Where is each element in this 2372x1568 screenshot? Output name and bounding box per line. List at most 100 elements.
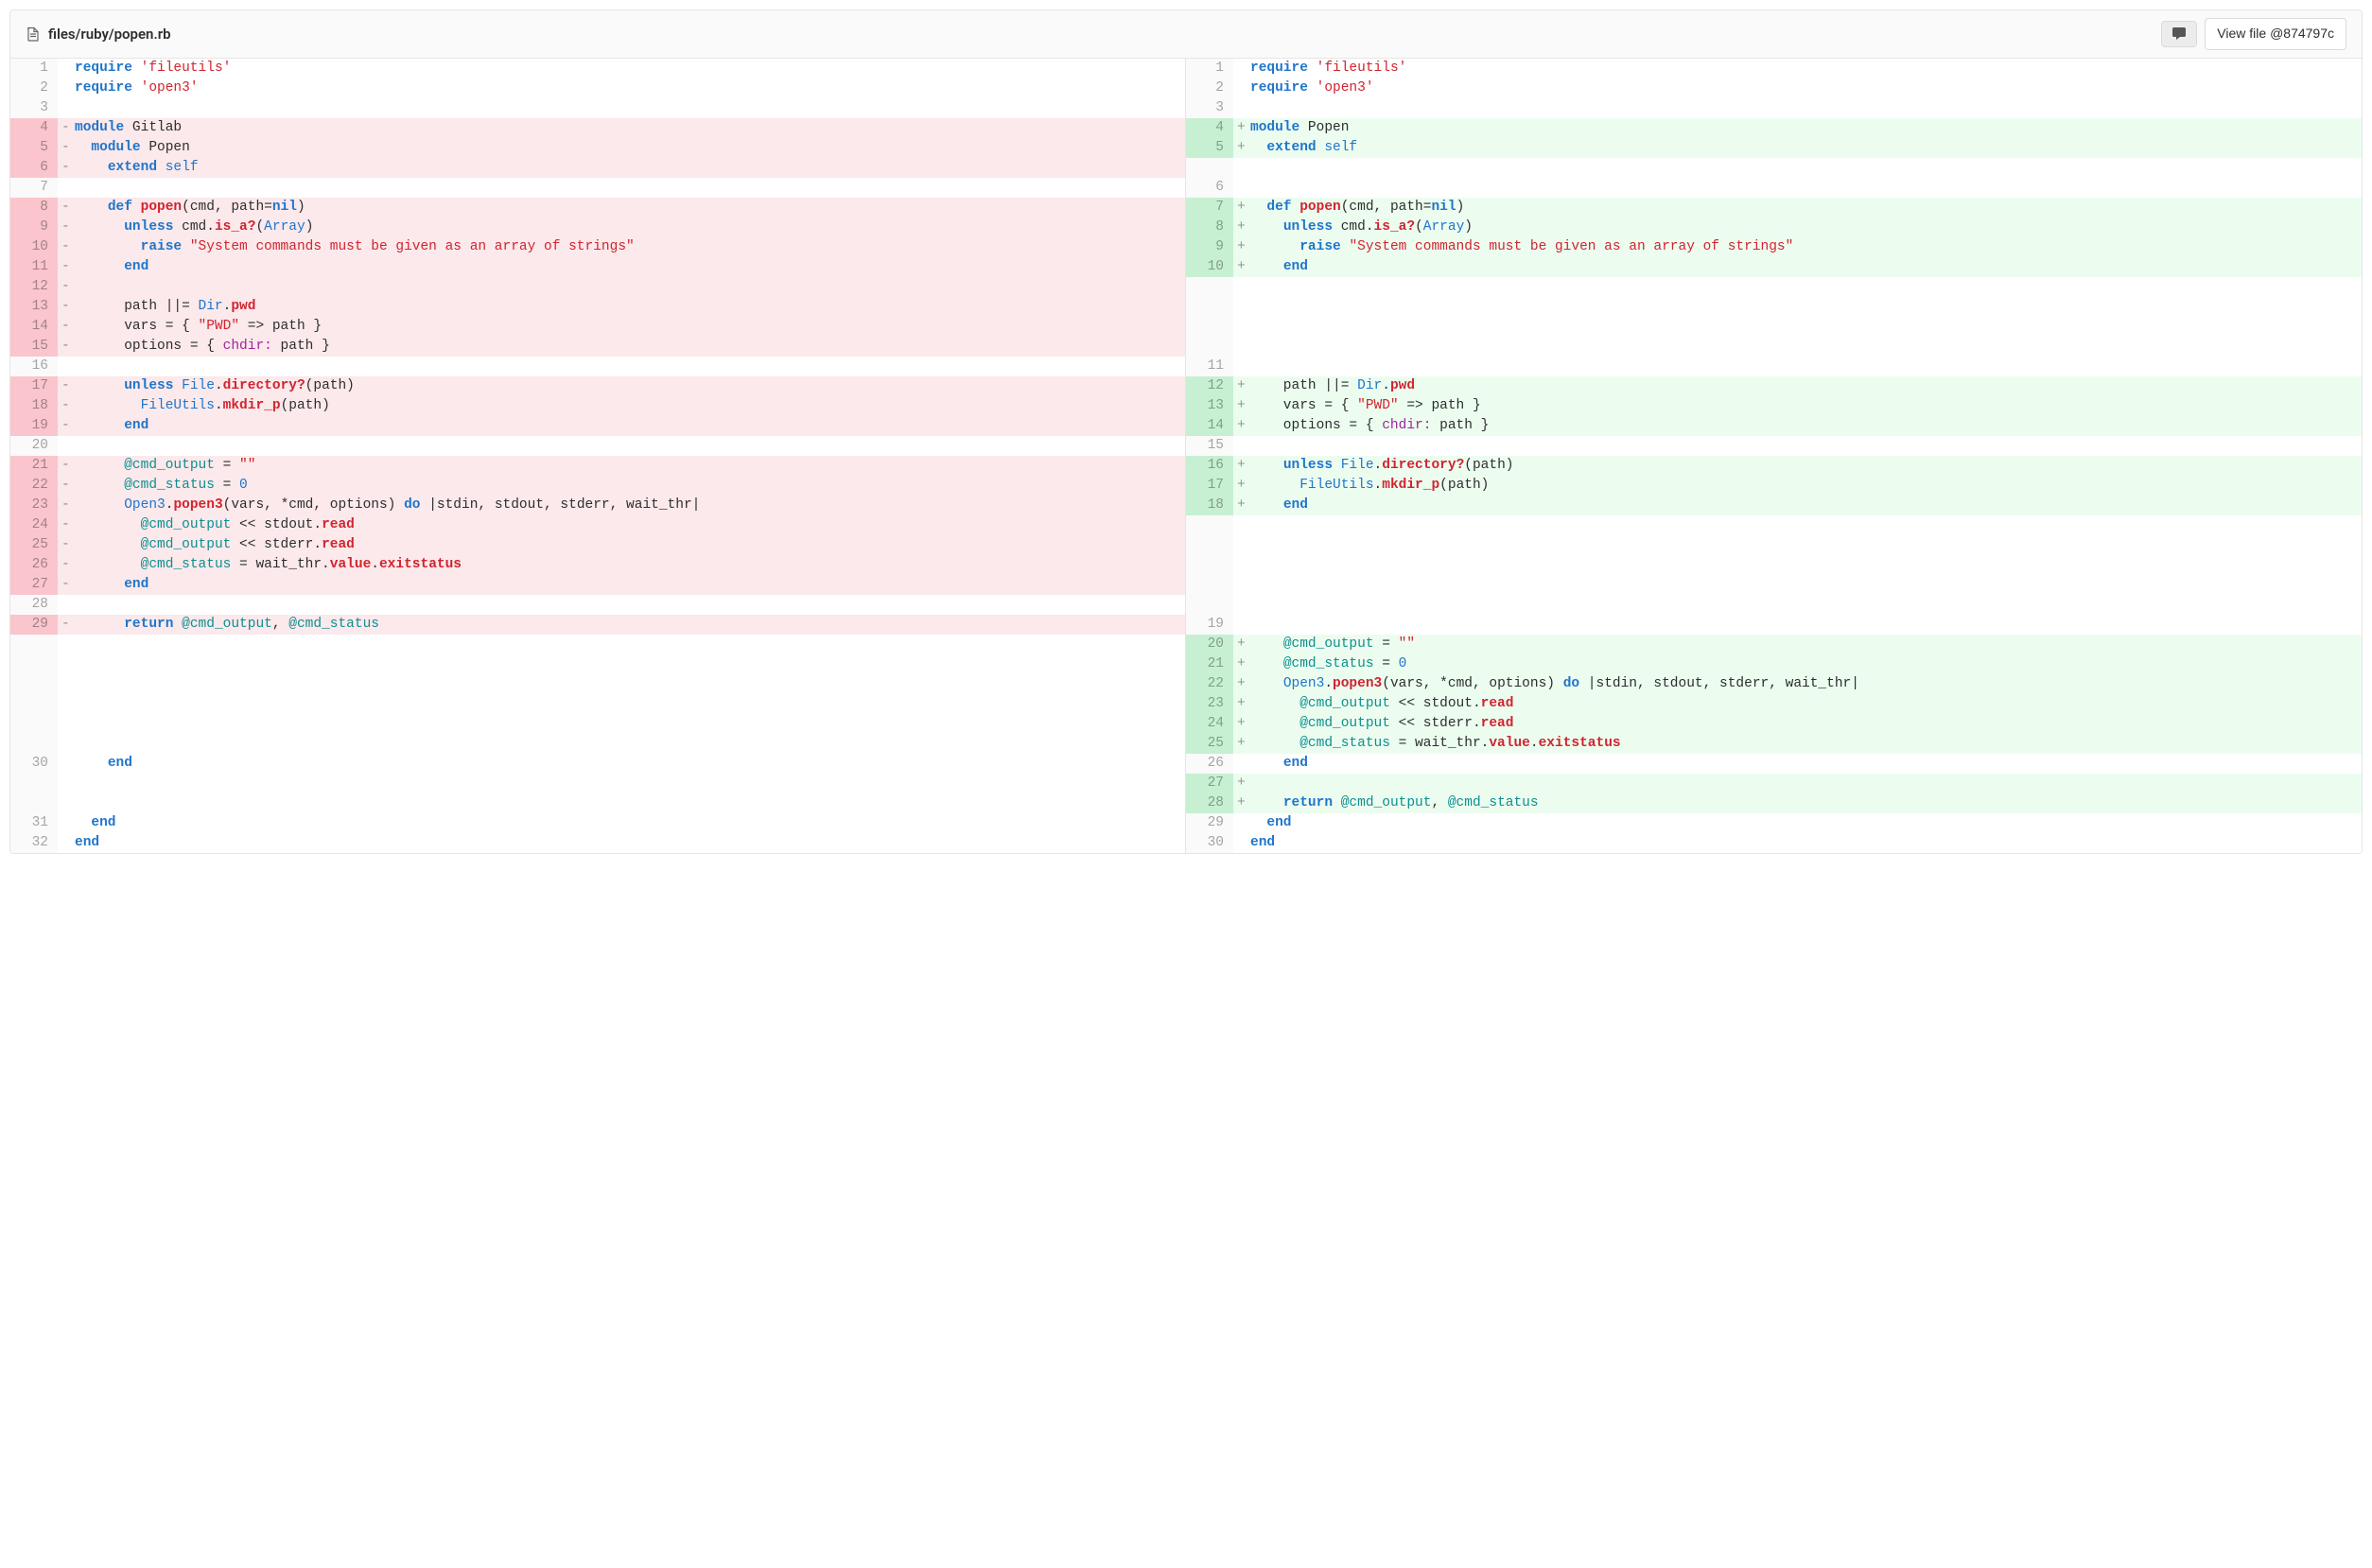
line-number[interactable]: 11: [10, 257, 58, 277]
toggle-comments-button[interactable]: [2161, 21, 2197, 47]
line-number[interactable]: 20: [1186, 635, 1233, 654]
line-number: [1186, 158, 1233, 178]
line-content: - @cmd_output << stdout.read: [58, 515, 1185, 535]
line-number[interactable]: 18: [1186, 496, 1233, 515]
line-content: end: [58, 813, 1185, 833]
line-content: end: [1233, 754, 2362, 774]
diff-line: 2 require 'open3': [10, 78, 1185, 98]
line-number[interactable]: 5: [10, 138, 58, 158]
line-number[interactable]: 25: [10, 535, 58, 555]
diff-line: 13- path ||= Dir.pwd: [10, 297, 1185, 317]
line-number[interactable]: 19: [10, 416, 58, 436]
line-number[interactable]: 8: [1186, 218, 1233, 237]
diff-line: 22+ Open3.popen3(vars, *cmd, options) do…: [1186, 674, 2362, 694]
line-number[interactable]: 4: [10, 118, 58, 138]
line-number[interactable]: 18: [10, 396, 58, 416]
line-number[interactable]: 31: [10, 813, 58, 833]
line-number: [1186, 535, 1233, 555]
line-number[interactable]: 14: [1186, 416, 1233, 436]
line-number[interactable]: 25: [1186, 734, 1233, 754]
line-number[interactable]: 28: [10, 595, 58, 615]
line-number[interactable]: 12: [10, 277, 58, 297]
line-number[interactable]: 10: [10, 237, 58, 257]
line-content: require 'fileutils': [1233, 59, 2362, 78]
line-number[interactable]: 7: [10, 178, 58, 198]
line-content: + unless cmd.is_a?(Array): [1233, 218, 2362, 237]
line-content: + extend self: [1233, 138, 2362, 158]
line-content: end: [1233, 833, 2362, 853]
diff-line-blank: [1186, 515, 2362, 535]
diff-line: 6- extend self: [10, 158, 1185, 178]
line-number[interactable]: 9: [10, 218, 58, 237]
line-number[interactable]: 32: [10, 833, 58, 853]
line-number[interactable]: 6: [10, 158, 58, 178]
line-number[interactable]: 20: [10, 436, 58, 456]
line-number[interactable]: 12: [1186, 376, 1233, 396]
view-file-button[interactable]: View file @874797c: [2205, 18, 2346, 50]
line-number[interactable]: 28: [1186, 793, 1233, 813]
line-number[interactable]: 6: [1186, 178, 1233, 198]
line-number[interactable]: 30: [10, 754, 58, 774]
diff-line-blank: [1186, 595, 2362, 615]
line-number[interactable]: 7: [1186, 198, 1233, 218]
line-content: [58, 694, 1185, 714]
line-number[interactable]: 29: [10, 615, 58, 635]
line-number[interactable]: 24: [1186, 714, 1233, 734]
diff-line: 9- unless cmd.is_a?(Array): [10, 218, 1185, 237]
line-content: [58, 98, 1185, 118]
diff-line: 12-: [10, 277, 1185, 297]
line-number: [10, 714, 58, 734]
line-number[interactable]: 13: [1186, 396, 1233, 416]
line-number[interactable]: 2: [1186, 78, 1233, 98]
line-number[interactable]: 11: [1186, 357, 1233, 376]
line-number[interactable]: 3: [10, 98, 58, 118]
line-number: [10, 774, 58, 793]
line-content: [1233, 595, 2362, 615]
diff-line-blank: [1186, 277, 2362, 297]
diff-line: 8+ unless cmd.is_a?(Array): [1186, 218, 2362, 237]
line-number[interactable]: 23: [1186, 694, 1233, 714]
line-number[interactable]: 26: [10, 555, 58, 575]
line-number[interactable]: 27: [10, 575, 58, 595]
diff-line-blank: [10, 774, 1185, 793]
line-number[interactable]: 14: [10, 317, 58, 337]
diff-line: 18- FileUtils.mkdir_p(path): [10, 396, 1185, 416]
line-number[interactable]: 24: [10, 515, 58, 535]
line-number[interactable]: 21: [10, 456, 58, 476]
line-content: [1233, 98, 2362, 118]
diff-line: 14- vars = { "PWD" => path }: [10, 317, 1185, 337]
line-number[interactable]: 22: [10, 476, 58, 496]
line-number[interactable]: 23: [10, 496, 58, 515]
line-content: [58, 654, 1185, 674]
line-number[interactable]: 9: [1186, 237, 1233, 257]
line-number[interactable]: 3: [1186, 98, 1233, 118]
line-number[interactable]: 16: [10, 357, 58, 376]
line-number[interactable]: 16: [1186, 456, 1233, 476]
line-number[interactable]: 13: [10, 297, 58, 317]
line-number[interactable]: 5: [1186, 138, 1233, 158]
file-actions: View file @874797c: [2161, 18, 2346, 50]
line-number[interactable]: 26: [1186, 754, 1233, 774]
line-content: [1233, 178, 2362, 198]
line-number[interactable]: 8: [10, 198, 58, 218]
line-number[interactable]: 19: [1186, 615, 1233, 635]
line-number[interactable]: 10: [1186, 257, 1233, 277]
line-number[interactable]: 1: [1186, 59, 1233, 78]
line-number[interactable]: 21: [1186, 654, 1233, 674]
line-content: + options = { chdir: path }: [1233, 416, 2362, 436]
diff-line: 32 end: [10, 833, 1185, 853]
line-content: - end: [58, 257, 1185, 277]
line-number[interactable]: 30: [1186, 833, 1233, 853]
line-number: [1186, 317, 1233, 337]
line-number[interactable]: 1: [10, 59, 58, 78]
line-number[interactable]: 4: [1186, 118, 1233, 138]
line-number[interactable]: 29: [1186, 813, 1233, 833]
diff-line: 21+ @cmd_status = 0: [1186, 654, 2362, 674]
line-number[interactable]: 2: [10, 78, 58, 98]
line-number[interactable]: 17: [1186, 476, 1233, 496]
line-number[interactable]: 22: [1186, 674, 1233, 694]
line-number[interactable]: 17: [10, 376, 58, 396]
line-number[interactable]: 15: [10, 337, 58, 357]
line-number[interactable]: 27: [1186, 774, 1233, 793]
line-number[interactable]: 15: [1186, 436, 1233, 456]
